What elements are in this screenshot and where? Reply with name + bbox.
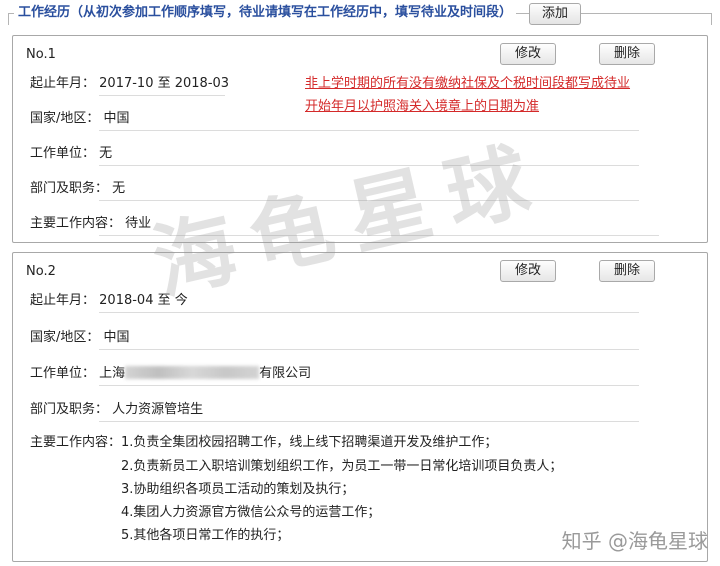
duties-label: 主要工作内容： [30,435,122,450]
section-border-right [711,13,712,25]
period-row: 起止年月： 2018-04 至 今 [30,292,188,310]
country-row: 国家/地区： 中国 [30,110,130,128]
field-underline [99,349,639,350]
section-border-left [8,13,9,25]
department-value: 无 [112,181,126,196]
watermark-attribution: 知乎 @海龟星球 [561,529,708,553]
field-underline [99,421,639,422]
section-title: 工作经历（从初次参加工作顺序填写，待业请填写在工作经历中，填写待业及时间段） [14,4,517,22]
period-label: 起止年月： [30,293,96,308]
country-label: 国家/地区： [30,111,100,126]
department-row: 部门及职务： 无 [30,180,125,198]
entry-number: No.1 [26,47,56,62]
delete-button[interactable]: 删除 [599,43,655,65]
field-underline [99,95,225,96]
employer-prefix: 上海 [99,366,126,381]
field-underline [99,235,659,236]
field-underline [99,385,639,386]
duty-item: 5.其他各项日常工作的执行； [121,528,290,543]
annotation-line-1: 非上学时期的所有没有缴纳社保及个税时间段都写成待业 [305,76,631,91]
department-label: 部门及职务： [30,402,109,417]
edit-button[interactable]: 修改 [500,260,556,282]
work-entry-card-1: No.1 修改 删除 起止年月： 2017-10 至 2018-03 非上学时期… [12,35,708,243]
annotation-line-2: 开始年月以护照海关入境章上的日期为准 [305,99,540,114]
employer-suffix: 有限公司 [259,366,312,381]
employer-label: 工作单位： [30,146,96,161]
employer-value: 无 [99,146,113,161]
country-value: 中国 [103,111,130,126]
employer-label: 工作单位： [30,366,96,381]
country-label: 国家/地区： [30,330,100,345]
duties-label: 主要工作内容： [30,216,122,231]
duty-item: 3.协助组织各项员工活动的策划及执行； [121,482,355,497]
add-button[interactable]: 添加 [529,3,581,25]
employer-row: 工作单位： 无 [30,145,112,163]
period-value: 2018-04 至 今 [99,293,188,308]
department-row: 部门及职务： 人力资源管培生 [30,401,203,419]
field-underline [99,200,639,201]
duties-value: 待业 [125,216,152,231]
redacted-company-name [125,366,260,379]
duty-item: 4.集团人力资源官方微信公众号的运营工作； [121,505,381,520]
field-underline [99,312,639,313]
duties-row: 主要工作内容： 待业 [30,215,151,233]
delete-button[interactable]: 删除 [599,260,655,282]
field-underline [99,165,639,166]
work-entry-card-2: No.2 修改 删除 起止年月： 2018-04 至 今 国家/地区： 中国 工… [12,252,708,562]
period-value: 2017-10 至 2018-03 [99,76,230,91]
duty-item: 1.负责全集团校园招聘工作，线上线下招聘渠道开发及维护工作； [121,435,498,450]
edit-button[interactable]: 修改 [500,43,556,65]
entry-number: No.2 [26,264,56,279]
country-row: 国家/地区： 中国 [30,329,130,347]
department-value: 人力资源管培生 [112,402,204,417]
country-value: 中国 [103,330,130,345]
duties-row: 主要工作内容： [30,434,121,452]
period-label: 起止年月： [30,76,96,91]
period-row: 起止年月： 2017-10 至 2018-03 [30,75,229,93]
duty-item: 2.负责新员工入职培训策划组织工作，为员工一带一日常化培训项目负责人； [121,459,563,474]
employer-row: 工作单位： 上海 有限公司 [30,365,311,383]
department-label: 部门及职务： [30,181,109,196]
field-underline [99,130,639,131]
